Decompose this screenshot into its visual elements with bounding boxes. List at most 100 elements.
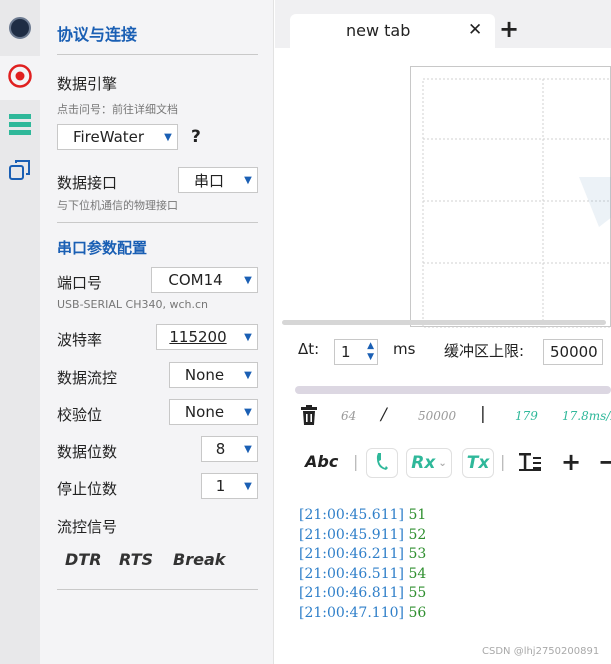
phone-icon bbox=[375, 452, 389, 475]
chevron-down-icon: ▼ bbox=[244, 174, 252, 186]
rail-button-layers[interactable] bbox=[0, 104, 40, 148]
chart-resize-handle[interactable] bbox=[282, 320, 606, 325]
rx-label: Rx bbox=[411, 453, 436, 473]
log-timestamp: [21:00:46.511] bbox=[299, 565, 404, 582]
rail-button-record[interactable] bbox=[0, 56, 40, 100]
help-button[interactable]: ? bbox=[191, 127, 201, 147]
stat-rate: 17.8ms/2 bbox=[562, 409, 611, 423]
log-timestamp: [21:00:46.811] bbox=[299, 585, 404, 602]
buffer-label: 缓冲区上限: bbox=[444, 342, 525, 360]
interface-hint: 与下位机通信的物理接口 bbox=[57, 199, 178, 212]
flow-control-select[interactable]: None ▼ bbox=[169, 362, 258, 388]
rail-button-home[interactable] bbox=[0, 8, 40, 52]
engine-select[interactable]: FireWater ▼ bbox=[57, 124, 178, 150]
stat-total: 179 bbox=[515, 409, 538, 423]
watermark: CSDN @lhj2750200891 bbox=[482, 646, 600, 657]
log-value: 55 bbox=[408, 585, 427, 602]
copy-icon bbox=[8, 158, 32, 186]
stop-bits-label: 停止位数 bbox=[57, 480, 118, 498]
chevron-down-icon: ▼ bbox=[244, 331, 252, 343]
baud-label: 波特率 bbox=[57, 331, 103, 349]
log-timestamp: [21:00:46.211] bbox=[299, 546, 404, 563]
toolbar-separator: | bbox=[353, 452, 359, 471]
log-value: 53 bbox=[408, 546, 427, 563]
port-value: COM14 bbox=[168, 271, 223, 289]
text-mode-button[interactable]: Abc bbox=[305, 452, 338, 471]
timestamp-toggle[interactable] bbox=[366, 448, 398, 478]
toolbar-separator: | bbox=[500, 452, 506, 471]
port-hint: USB-SERIAL CH340, wch.cn bbox=[57, 298, 208, 311]
tab-bar: new tab ✕ + bbox=[275, 0, 611, 48]
add-tab-button[interactable]: + bbox=[499, 15, 519, 43]
chevron-down-icon: ▼ bbox=[164, 131, 172, 143]
rts-button[interactable]: RTS bbox=[119, 550, 153, 569]
remove-button[interactable]: − bbox=[598, 448, 611, 476]
text-format-icon[interactable] bbox=[519, 452, 541, 476]
trash-icon[interactable] bbox=[300, 405, 318, 429]
log-timestamp: [21:00:45.611] bbox=[299, 507, 404, 523]
chevron-down-icon: ▼ bbox=[244, 480, 252, 492]
waveform-chart[interactable] bbox=[410, 66, 611, 329]
chevron-down-icon: ▼ bbox=[244, 369, 252, 381]
log-value: 52 bbox=[408, 526, 427, 543]
stat-max: 50000 bbox=[418, 409, 457, 423]
baud-value: 115200 bbox=[169, 328, 227, 346]
interface-select[interactable]: 串口 ▼ bbox=[178, 167, 258, 193]
log-timestamp: [21:00:47.110] bbox=[299, 604, 404, 621]
buffer-input[interactable]: 50000 bbox=[543, 339, 603, 365]
chevron-down-icon: ▼ bbox=[244, 274, 252, 286]
layers-icon bbox=[8, 112, 32, 140]
flow-control-value: None bbox=[184, 366, 225, 384]
data-bits-label: 数据位数 bbox=[57, 443, 118, 461]
dtr-button[interactable]: DTR bbox=[65, 550, 102, 569]
spinner-arrows-icon[interactable]: ▲ ▼ bbox=[367, 341, 374, 363]
log-line: [21:00:47.110] 56 bbox=[299, 604, 426, 624]
rx-toggle[interactable]: Rx ⌄ bbox=[406, 448, 452, 478]
port-select[interactable]: COM14 ▼ bbox=[151, 267, 258, 293]
log-timestamp: [21:00:45.911] bbox=[299, 526, 404, 543]
parity-value: None bbox=[184, 403, 225, 421]
flow-control-label: 数据流控 bbox=[57, 369, 118, 387]
add-button[interactable]: + bbox=[561, 448, 581, 476]
stop-bits-select[interactable]: 1 ▼ bbox=[201, 473, 258, 499]
history-slider[interactable] bbox=[295, 386, 611, 394]
record-icon bbox=[7, 63, 33, 93]
tx-toggle[interactable]: Tx bbox=[462, 448, 494, 478]
log-value: 54 bbox=[408, 565, 427, 582]
dt-value: 1 bbox=[341, 343, 351, 361]
log-line: [21:00:46.511] 54 bbox=[299, 565, 426, 585]
interface-label: 数据接口 bbox=[57, 174, 118, 192]
tab-new-tab[interactable]: new tab ✕ bbox=[290, 14, 495, 48]
divider bbox=[57, 222, 258, 223]
serial-log: [21:00:45.611] 51 [21:00:45.911] 52 [21:… bbox=[299, 506, 426, 624]
engine-hint: 点击问号：前往详细文档 bbox=[57, 103, 178, 116]
stat-divider: | bbox=[480, 404, 486, 424]
divider bbox=[57, 54, 258, 55]
log-line: [21:00:46.211] 53 bbox=[299, 545, 426, 565]
dt-spinner[interactable]: 1 ▲ ▼ bbox=[334, 339, 378, 365]
stat-separator: / bbox=[381, 405, 387, 425]
close-icon[interactable]: ✕ bbox=[468, 20, 482, 40]
stat-count: 64 bbox=[341, 409, 357, 423]
rail-button-windows[interactable] bbox=[0, 150, 40, 194]
connection-panel: 协议与连接 数据引擎 点击问号：前往详细文档 FireWater ▼ ? 数据接… bbox=[40, 0, 274, 664]
engine-label: 数据引擎 bbox=[57, 75, 118, 93]
log-line: [21:00:45.611] 51 bbox=[299, 506, 426, 526]
divider bbox=[57, 589, 258, 590]
panel-title: 协议与连接 bbox=[57, 25, 138, 44]
break-button[interactable]: Break bbox=[173, 550, 225, 569]
log-value: 56 bbox=[408, 604, 427, 621]
baud-select[interactable]: 115200 ▼ bbox=[156, 324, 258, 350]
parity-label: 校验位 bbox=[57, 406, 103, 424]
tab-label: new tab bbox=[346, 21, 411, 40]
stop-bits-value: 1 bbox=[215, 477, 226, 495]
signal-label: 流控信号 bbox=[57, 518, 118, 536]
chevron-down-icon: ⌄ bbox=[438, 457, 447, 469]
circle-icon bbox=[8, 16, 32, 44]
chevron-down-icon: ▼ bbox=[244, 406, 252, 418]
data-bits-select[interactable]: 8 ▼ bbox=[201, 436, 258, 462]
parity-select[interactable]: None ▼ bbox=[169, 399, 258, 425]
serial-config-title: 串口参数配置 bbox=[57, 239, 148, 257]
buffer-value: 50000 bbox=[550, 343, 598, 361]
dt-label: Δt: bbox=[298, 340, 320, 358]
